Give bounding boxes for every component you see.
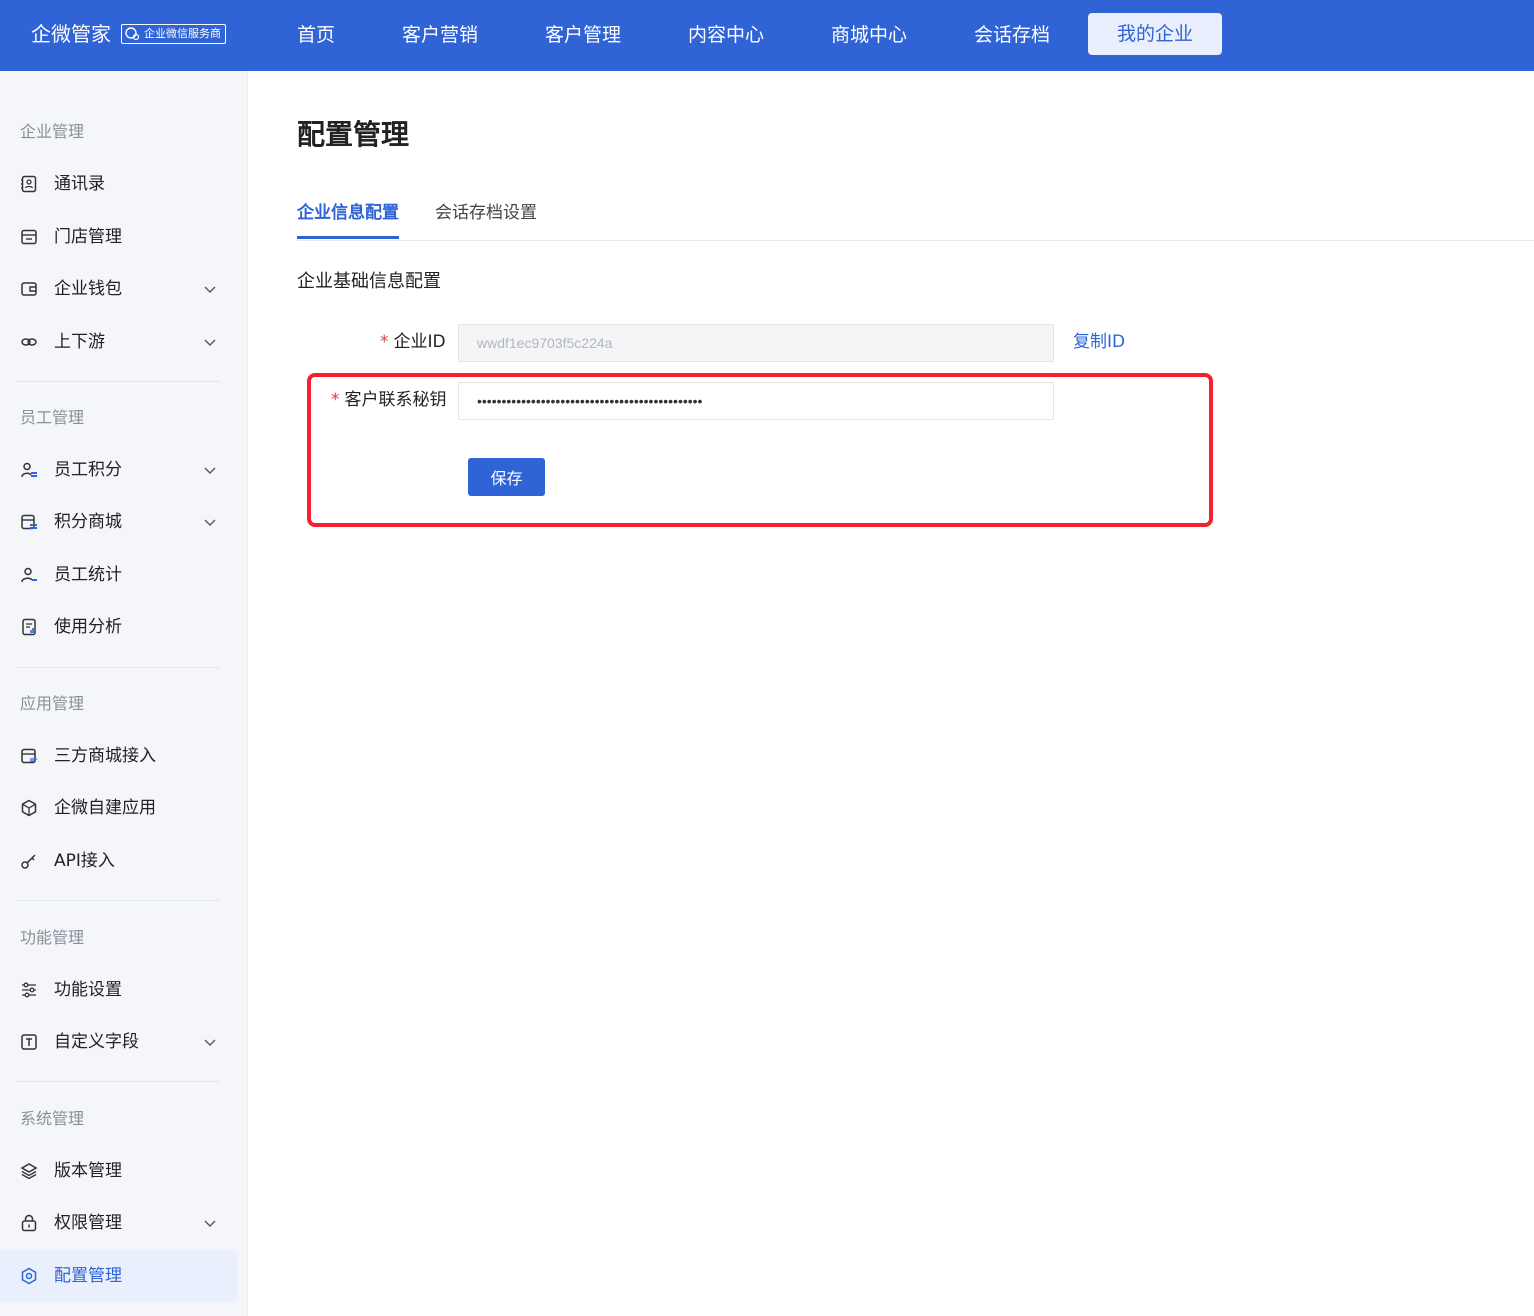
nav-content-center[interactable]: 内容中心: [688, 20, 764, 50]
sidebar-item-label: 使用分析: [54, 617, 122, 637]
section-title-system: 系统管理: [20, 1109, 85, 1128]
sidebar-item-third-party-mall[interactable]: 三方商城接入: [0, 730, 240, 782]
user-points-icon: [21, 462, 37, 478]
sidebar-item-contacts[interactable]: 通讯录: [0, 158, 240, 210]
sidebar: 企业管理 通讯录 门店管理 企业钱包 上下游 员工管理 员工积分 积分商城 员工…: [0, 71, 248, 1316]
sidebar-divider: [16, 900, 220, 901]
sidebar-item-custom-fields[interactable]: 自定义字段: [0, 1016, 240, 1068]
cube-icon: [21, 799, 37, 817]
sidebar-item-staff-points[interactable]: 员工积分: [0, 444, 240, 496]
sidebar-item-label: 门店管理: [54, 227, 122, 247]
chevron-down-icon[interactable]: [203, 1217, 217, 1229]
nav-my-enterprise[interactable]: 我的企业: [1088, 13, 1223, 55]
sidebar-item-config-management[interactable]: 配置管理: [0, 1250, 238, 1302]
sidebar-item-label: API接入: [54, 851, 115, 871]
sidebar-item-self-built-app[interactable]: 企微自建应用: [0, 782, 240, 834]
user-stats-icon: [21, 567, 37, 583]
required-mark: *: [380, 332, 389, 352]
sidebar-item-label: 企业钱包: [54, 279, 122, 299]
page-title: 配置管理: [297, 118, 410, 151]
sidebar-divider: [16, 667, 220, 668]
nav-customer-management[interactable]: 客户管理: [545, 20, 621, 50]
badge-text: 企业微信服务商: [144, 27, 221, 40]
lock-icon: [21, 1214, 37, 1232]
copy-id-link[interactable]: 复制ID: [1073, 330, 1125, 354]
chevron-down-icon[interactable]: [203, 1036, 217, 1048]
chevron-down-icon[interactable]: [203, 516, 217, 528]
sidebar-item-version[interactable]: 版本管理: [0, 1145, 240, 1197]
section-title-apps: 应用管理: [20, 694, 85, 713]
sidebar-item-label: 积分商城: [54, 512, 122, 532]
sidebar-item-api-access[interactable]: API接入: [0, 835, 240, 887]
corp-id-label-text: 企业ID: [393, 332, 446, 352]
nav-session-archive[interactable]: 会话存档: [974, 20, 1050, 50]
nav-mall-center[interactable]: 商城中心: [831, 20, 907, 50]
tab-session-archive-settings[interactable]: 会话存档设置: [435, 200, 537, 226]
highlight-annotation-box: [307, 373, 1213, 527]
link-icon: [21, 338, 37, 346]
sidebar-item-label: 三方商城接入: [54, 746, 156, 766]
sidebar-item-wallet[interactable]: 企业钱包: [0, 263, 240, 315]
section-title-staff: 员工管理: [20, 408, 85, 427]
sidebar-item-label: 员工积分: [54, 460, 122, 480]
sidebar-item-label: 上下游: [54, 332, 105, 352]
tabs-divider: [297, 240, 1534, 241]
section-title-features: 功能管理: [20, 928, 85, 947]
sidebar-item-label: 权限管理: [54, 1213, 122, 1233]
corp-id-field[interactable]: [458, 324, 1054, 362]
chevron-down-icon[interactable]: [203, 283, 217, 295]
sliders-icon: [22, 982, 36, 998]
nav-home[interactable]: 首页: [297, 20, 335, 50]
brand-logo-text[interactable]: 企微管家: [31, 20, 111, 48]
key-icon: [21, 854, 36, 869]
sidebar-item-label: 版本管理: [54, 1161, 122, 1181]
sidebar-item-staff-stats[interactable]: 员工统计: [0, 549, 240, 601]
nav-customer-marketing[interactable]: 客户营销: [402, 20, 478, 50]
wecom-icon: [125, 27, 140, 41]
tab-enterprise-info[interactable]: 企业信息配置: [297, 200, 399, 239]
sidebar-item-upstream-downstream[interactable]: 上下游: [0, 316, 240, 368]
sidebar-item-label: 企微自建应用: [54, 798, 156, 818]
sidebar-item-label: 配置管理: [54, 1266, 122, 1286]
settings-icon: [21, 1267, 37, 1285]
sidebar-item-permissions[interactable]: 权限管理: [0, 1197, 240, 1249]
sidebar-divider: [16, 1081, 220, 1082]
sidebar-item-feature-settings[interactable]: 功能设置: [0, 964, 240, 1016]
sidebar-item-label: 自定义字段: [54, 1032, 139, 1052]
sidebar-item-label: 员工统计: [54, 565, 122, 585]
sidebar-item-stores[interactable]: 门店管理: [0, 211, 240, 263]
text-field-icon: [21, 1034, 37, 1050]
sidebar-divider: [16, 381, 220, 382]
points-mall-icon: [21, 514, 37, 530]
form-section-title: 企业基础信息配置: [297, 271, 441, 292]
sidebar-item-usage-analysis[interactable]: 使用分析: [0, 601, 240, 653]
sidebar-item-label: 通讯录: [54, 174, 105, 194]
wallet-icon: [21, 282, 37, 296]
chevron-down-icon[interactable]: [203, 336, 217, 348]
contacts-icon: [21, 175, 37, 193]
sidebar-item-points-mall[interactable]: 积分商城: [0, 496, 240, 548]
chevron-down-icon[interactable]: [203, 464, 217, 476]
service-provider-badge: 企业微信服务商: [121, 24, 226, 44]
report-icon: [22, 618, 36, 636]
layers-icon: [20, 1163, 38, 1180]
mall-connect-icon: [21, 748, 38, 764]
store-icon: [21, 229, 37, 245]
corp-id-label: * 企业ID: [380, 330, 446, 354]
section-title-enterprise: 企业管理: [20, 122, 85, 141]
top-navbar: 企微管家 企业微信服务商 首页 客户营销 客户管理 内容中心 商城中心 会话存档…: [0, 0, 1534, 71]
sidebar-item-label: 功能设置: [54, 980, 122, 1000]
